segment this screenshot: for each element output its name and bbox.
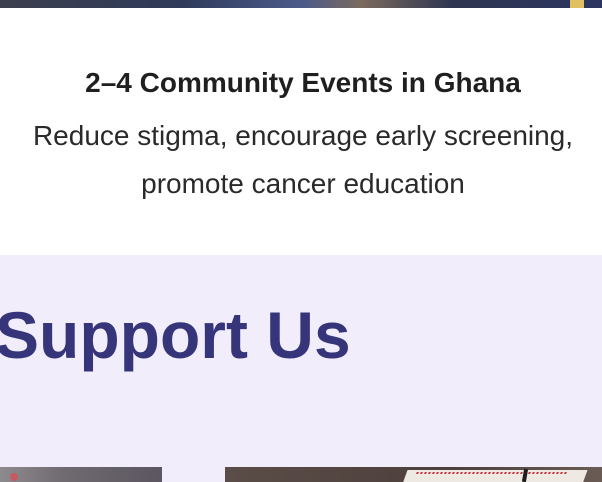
card-image-paper [402, 470, 588, 482]
hero-image [0, 0, 602, 8]
event-description: Reduce stigma, encourage early screening… [32, 120, 574, 199]
event-block: 2–4 Community Events in Ghana Reduce sti… [0, 8, 602, 255]
event-title: 2–4 Community Events in Ghana [85, 67, 521, 98]
support-card-image-left[interactable] [0, 467, 162, 482]
hero-image-accent [570, 0, 584, 8]
support-card-image-right[interactable] [225, 467, 602, 482]
page: 2–4 Community Events in Ghana Reduce sti… [0, 0, 602, 482]
card-image-detail [10, 473, 18, 481]
support-section: Support Us [0, 255, 602, 482]
support-heading: Support Us [0, 298, 351, 372]
